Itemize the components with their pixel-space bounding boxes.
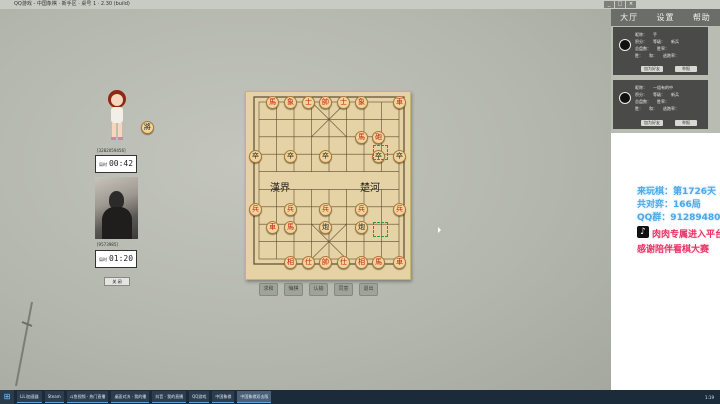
add-friend-button[interactable]: 加为好友 <box>641 66 663 72</box>
exit-button[interactable]: 退出 <box>359 283 378 296</box>
sword-decoration-icon <box>15 301 33 387</box>
self-info-panel: 昵称： 一组有的中 积分： 等级： 新兵 总盘数： 胜率： 胜： 和： 逃跑率： 加为好友 … <box>613 80 708 129</box>
taskbar-item[interactable]: 中国象棋 <box>212 391 235 403</box>
upper-clock: 局时 00:42 <box>95 155 137 173</box>
chess-piece[interactable]: 炮 <box>319 221 332 234</box>
overlay-thanks: 感谢陪伴看棋大赛 <box>637 245 710 255</box>
chess-piece[interactable]: 仕 <box>302 256 315 269</box>
chess-piece[interactable]: 卒 <box>393 150 406 163</box>
chess-piece[interactable]: 馬 <box>284 221 297 234</box>
chess-piece[interactable]: 馬 <box>355 131 368 144</box>
taskbar-item[interactable]: 斗鱼视频 · 热门直播 <box>66 391 109 403</box>
selection-marker <box>373 145 388 160</box>
qq-penguin-icon <box>619 92 631 104</box>
chess-piece[interactable]: 仕 <box>337 256 350 269</box>
chess-piece[interactable]: 卒 <box>319 150 332 163</box>
taskbar-item[interactable]: 抖音 · 我的直播 <box>152 391 187 403</box>
chess-piece[interactable]: 士 <box>337 96 350 109</box>
chess-piece[interactable]: 兵 <box>393 203 406 216</box>
player-avatar-icon <box>108 90 126 140</box>
taskbar: ⊞ LiLi加速器 Steam 斗鱼视频 · 热门直播 桌面对决 · 我的播 抖… <box>0 390 720 404</box>
chess-piece[interactable]: 馬 <box>372 256 385 269</box>
upper-player-id: [3282059456] <box>97 148 126 153</box>
draw-button[interactable]: 求和 <box>259 283 278 296</box>
chess-piece[interactable]: 卒 <box>249 150 262 163</box>
menu-settings[interactable]: 设置 <box>656 12 674 23</box>
taskbar-clock: 1:19 <box>705 394 714 400</box>
taskbar-item[interactable]: 桌面对决 · 我的播 <box>111 391 150 403</box>
lower-player-id: [9573985] <box>97 242 118 247</box>
chess-piece[interactable]: 炮 <box>355 221 368 234</box>
taskbar-item[interactable]: LiLi加速器 <box>17 391 42 403</box>
overlay-qq-group: QQ群：912894801 <box>637 213 720 223</box>
chess-piece[interactable]: 兵 <box>319 203 332 216</box>
chess-piece[interactable]: 兵 <box>284 203 297 216</box>
game-controls: 求和 悔棋 认输 同意 退出 <box>259 283 378 296</box>
report-button[interactable]: 举报 <box>675 66 697 72</box>
window-title: QQ游戏 - 中国象棋 · 新手区 · 桌号 1 · 2.30 (build) <box>14 1 130 7</box>
chess-piece[interactable]: 卒 <box>284 150 297 163</box>
resign-button[interactable]: 认输 <box>309 283 328 296</box>
add-friend-button[interactable]: 加为好友 <box>641 120 663 126</box>
close-small-button[interactable]: 关 闭 <box>104 277 130 286</box>
mouse-cursor-icon <box>438 227 441 233</box>
overlay-promo: 肉肉专属进入平台 <box>652 230 720 240</box>
river-right-text: 楚河 <box>360 183 380 194</box>
taskbar-item[interactable]: QQ游戏 <box>189 391 210 403</box>
stream-overlay-area <box>611 133 720 390</box>
top-menu: 大厅 设置 帮助 <box>611 9 720 26</box>
chess-piece[interactable]: 砲 <box>372 131 385 144</box>
report-button[interactable]: 举报 <box>675 120 697 126</box>
close-button[interactable]: × <box>626 1 636 8</box>
minimize-button[interactable]: _ <box>604 1 614 8</box>
maximize-button[interactable]: □ <box>615 1 625 8</box>
chess-piece[interactable]: 兵 <box>249 203 262 216</box>
side-indicator-piece: 將 <box>141 121 154 134</box>
chess-piece[interactable]: 帥 <box>319 256 332 269</box>
chess-piece[interactable]: 馬 <box>266 96 279 109</box>
chess-piece[interactable]: 車 <box>266 221 279 234</box>
window-controls: _ □ × <box>604 0 636 8</box>
start-icon[interactable]: ⊞ <box>0 390 14 404</box>
chess-piece[interactable]: 相 <box>284 256 297 269</box>
river-left-text: 漢界 <box>270 183 290 194</box>
tiktok-icon: ♪ <box>637 226 649 238</box>
lower-clock: 局时 01:20 <box>95 250 137 268</box>
overlay-games: 共对弈：166局 <box>637 200 701 210</box>
chess-piece[interactable]: 車 <box>393 96 406 109</box>
undo-button[interactable]: 悔棋 <box>284 283 303 296</box>
webcam-view <box>95 177 138 239</box>
agree-button[interactable]: 同意 <box>334 283 353 296</box>
menu-help[interactable]: 帮助 <box>693 12 711 23</box>
qq-penguin-icon <box>619 39 631 51</box>
taskbar-item[interactable]: Steam <box>44 391 64 403</box>
chess-piece[interactable]: 車 <box>393 256 406 269</box>
board-river: 漢界 楚河 <box>260 175 396 195</box>
menu-lobby[interactable]: 大厅 <box>620 12 638 23</box>
chess-piece[interactable]: 象 <box>284 96 297 109</box>
chess-piece[interactable]: 帥 <box>319 96 332 109</box>
opponent-info-panel: 昵称：手 积分： 等级： 新兵 总盘数： 胜率： 胜： 和： 逃跑率： 加为好友 举报 <box>613 27 708 75</box>
taskbar-item-active[interactable]: 中国象棋双击版 <box>237 391 272 403</box>
selection-marker-target <box>373 222 388 237</box>
webcam-person-body <box>102 207 132 239</box>
chess-piece[interactable]: 象 <box>355 96 368 109</box>
chess-piece[interactable]: 兵 <box>355 203 368 216</box>
chess-piece[interactable]: 相 <box>355 256 368 269</box>
chess-piece[interactable]: 士 <box>302 96 315 109</box>
overlay-days: 来玩棋：第1726天 <box>637 187 717 197</box>
